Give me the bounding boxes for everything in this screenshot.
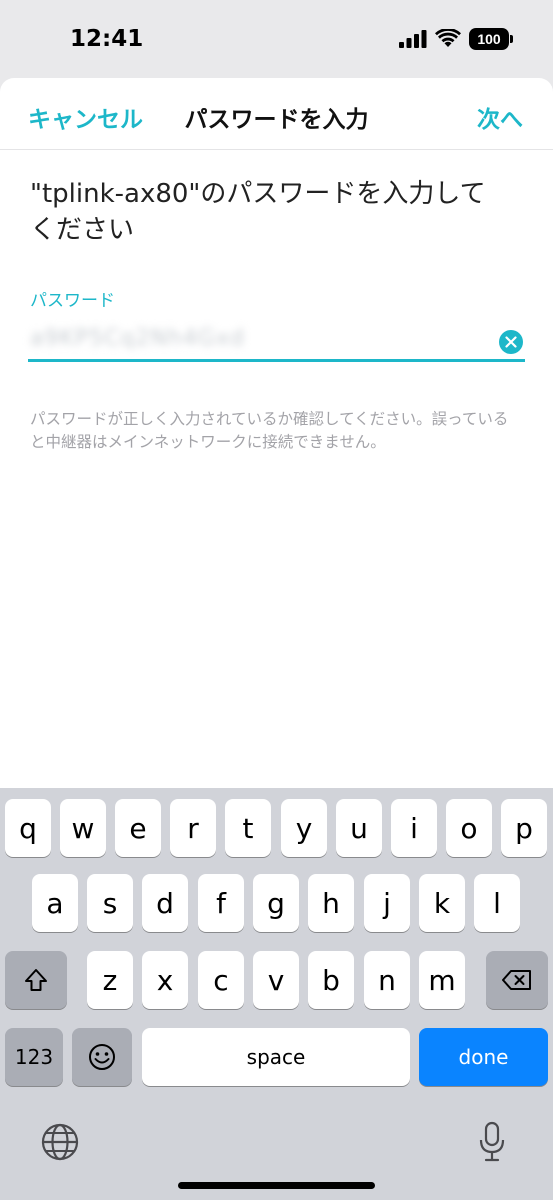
home-indicator [178, 1182, 375, 1189]
key-u[interactable]: u [336, 799, 382, 857]
key-c[interactable]: c [198, 951, 244, 1009]
key-f[interactable]: f [198, 874, 244, 932]
done-key[interactable]: done [419, 1028, 548, 1086]
shift-key[interactable] [5, 951, 67, 1009]
nav-bar: パスワードを入力 キャンセル 次へ [0, 78, 553, 150]
password-hint: パスワードが正しく入力されているか確認してください。誤っていると中継器はメインネ… [30, 410, 509, 451]
key-m[interactable]: m [419, 951, 465, 1009]
emoji-icon [89, 1044, 115, 1070]
key-e[interactable]: e [115, 799, 161, 857]
space-key[interactable]: space [142, 1028, 410, 1086]
key-n[interactable]: n [364, 951, 410, 1009]
key-j[interactable]: j [364, 874, 410, 932]
status-bar: 12:41 100 [0, 0, 553, 78]
key-o[interactable]: o [446, 799, 492, 857]
key-x[interactable]: x [142, 951, 188, 1009]
key-g[interactable]: g [253, 874, 299, 932]
status-time: 12:41 [70, 26, 144, 52]
microphone-icon[interactable] [470, 1120, 514, 1164]
prompt-line-1: "tplink-ax80"のパスワードを入力して [30, 179, 486, 209]
backspace-key[interactable] [486, 951, 548, 1009]
backspace-icon [502, 970, 531, 990]
battery-icon: 100 [469, 28, 513, 50]
password-prompt: "tplink-ax80"のパスワードを入力して ください [30, 176, 500, 248]
key-l[interactable]: l [474, 874, 520, 932]
globe-icon[interactable] [38, 1120, 82, 1164]
key-d[interactable]: d [142, 874, 188, 932]
numbers-key[interactable]: 123 [5, 1028, 63, 1086]
status-icons: 100 [399, 28, 513, 50]
battery-level: 100 [477, 31, 501, 47]
password-value: a9KP5Cq2Nh4Gxd [30, 326, 245, 351]
key-p[interactable]: p [501, 799, 547, 857]
key-y[interactable]: y [281, 799, 327, 857]
key-v[interactable]: v [253, 951, 299, 1009]
shift-icon [25, 969, 47, 991]
key-r[interactable]: r [170, 799, 216, 857]
cellular-signal-icon [399, 30, 427, 48]
prompt-line-2: ください [30, 215, 135, 245]
password-sheet: パスワードを入力 キャンセル 次へ "tplink-ax80"のパスワードを入力… [0, 78, 553, 788]
key-b[interactable]: b [308, 951, 354, 1009]
key-i[interactable]: i [391, 799, 437, 857]
wifi-icon [435, 29, 461, 47]
key-z[interactable]: z [87, 951, 133, 1009]
key-q[interactable]: q [5, 799, 51, 857]
key-t[interactable]: t [225, 799, 271, 857]
key-k[interactable]: k [419, 874, 465, 932]
key-h[interactable]: h [308, 874, 354, 932]
next-button[interactable]: 次へ [477, 100, 523, 134]
emoji-key[interactable] [72, 1028, 132, 1086]
password-field[interactable]: a9KP5Cq2Nh4Gxd [28, 322, 525, 362]
key-w[interactable]: w [60, 799, 106, 857]
key-a[interactable]: a [32, 874, 78, 932]
password-label: パスワード [30, 291, 115, 311]
key-s[interactable]: s [87, 874, 133, 932]
cancel-button[interactable]: キャンセル [28, 100, 143, 134]
clear-icon[interactable] [499, 330, 523, 354]
